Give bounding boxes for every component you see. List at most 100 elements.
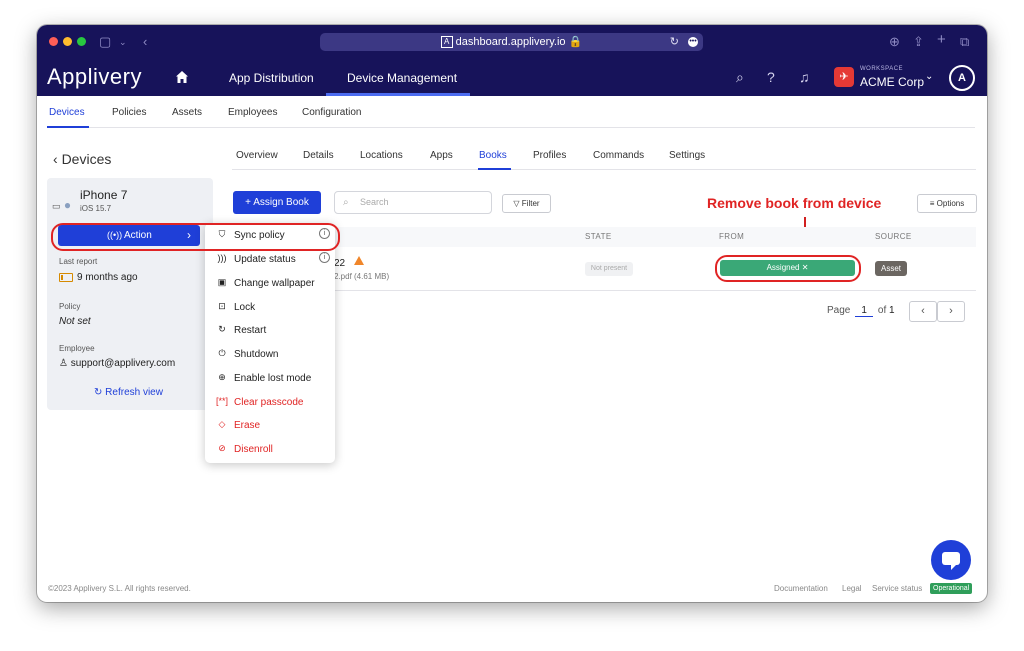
workspace-name[interactable]: ACME Corp: [860, 75, 924, 89]
page-number-input[interactable]: 1: [855, 305, 874, 317]
avatar[interactable]: A: [949, 65, 975, 91]
device-name: iPhone 7: [80, 188, 128, 202]
tab-active-indicator: [478, 168, 511, 170]
tab-overview-icon[interactable]: ⧉: [960, 34, 969, 50]
menu-item-label: Erase: [234, 420, 261, 431]
divider: [232, 169, 976, 170]
menu-item-restart[interactable]: ↻ Restart: [205, 320, 335, 342]
page-of-label: of: [877, 305, 887, 316]
refresh-icon: ↻: [94, 387, 103, 398]
assign-book-button[interactable]: + Assign Book: [233, 191, 321, 214]
annotation-text: Remove book from device: [707, 195, 882, 211]
pagination: Page 1 of 1: [827, 305, 895, 317]
last-report-value: 9 months ago: [59, 272, 138, 283]
footer-copyright: ©2023 Applivery S.L. All rights reserved…: [48, 584, 191, 593]
reload-icon[interactable]: ↻: [670, 33, 679, 51]
menu-item-enable-lost-mode[interactable]: ⊕ Enable lost mode: [205, 368, 335, 390]
battery-icon: [59, 272, 73, 282]
tab-profiles[interactable]: Profiles: [533, 150, 566, 161]
info-icon[interactable]: i: [319, 252, 330, 263]
options-button[interactable]: ≡ Options: [917, 194, 977, 213]
book-title: 22: [334, 258, 346, 269]
subnav-configuration[interactable]: Configuration: [302, 107, 361, 118]
book-file: 2.pdf (4.61 MB): [334, 272, 390, 281]
last-report-label: Last report: [59, 257, 98, 266]
image-icon: ▣: [217, 277, 227, 287]
prev-page-button[interactable]: ‹: [909, 301, 937, 322]
filter-label: Filter: [521, 199, 540, 208]
column-from: FROM: [719, 232, 745, 241]
eraser-icon: ◇: [218, 419, 226, 429]
warning-icon: [354, 256, 364, 265]
employee-value: ♙ support@applivery.com: [59, 358, 175, 369]
address-bar[interactable]: Adashboard.applivery.io 🔒 ↻ •••: [320, 33, 703, 51]
tab-commands[interactable]: Commands: [593, 150, 644, 161]
tab-overview[interactable]: Overview: [236, 150, 278, 161]
search-input[interactable]: ⌕ Search: [334, 191, 492, 214]
menu-item-erase[interactable]: ◇ Erase: [205, 415, 335, 437]
back-icon[interactable]: ‹: [143, 34, 147, 50]
share-icon[interactable]: ⇪: [913, 34, 924, 50]
app-logo[interactable]: Applivery: [47, 64, 142, 90]
chat-button[interactable]: [931, 540, 971, 580]
refresh-view-button[interactable]: ↻ Refresh view: [94, 387, 163, 398]
menu-item-disenroll[interactable]: ⊘ Disenroll: [205, 439, 335, 461]
lost-mode-icon: ⊕: [218, 372, 226, 382]
menu-item-clear-passcode[interactable]: [**] Clear passcode: [205, 392, 335, 414]
url-text: dashboard.applivery.io: [455, 36, 566, 48]
passcode-icon: [**]: [216, 396, 229, 406]
home-icon[interactable]: [175, 70, 189, 84]
menu-item-label: Lock: [234, 302, 256, 313]
more-icon[interactable]: •••: [688, 37, 698, 47]
menu-item-shutdown[interactable]: ⏻ Shutdown: [205, 344, 335, 366]
menu-item-lock[interactable]: ⊡ Lock: [205, 297, 335, 319]
bell-icon[interactable]: ♫: [799, 69, 810, 85]
next-page-button[interactable]: ›: [937, 301, 965, 322]
back-link[interactable]: ‹ Devices: [53, 151, 111, 167]
menu-item-label: Change wallpaper: [234, 278, 315, 289]
help-icon[interactable]: ?: [767, 69, 775, 85]
tab-books[interactable]: Books: [479, 150, 507, 161]
tab-locations[interactable]: Locations: [360, 150, 403, 161]
download-icon[interactable]: ⊕: [889, 34, 900, 50]
footer-documentation-link[interactable]: Documentation: [774, 584, 828, 593]
workspace-label: WORKSPACE: [860, 66, 904, 72]
page-total: 1: [889, 305, 895, 316]
footer-legal-link[interactable]: Legal: [842, 584, 862, 593]
zoom-window-button[interactable]: [77, 37, 86, 46]
close-window-button[interactable]: [49, 37, 58, 46]
status-badge: Operational: [930, 583, 973, 594]
menu-item-label: Clear passcode: [234, 397, 304, 408]
employee-label: Employee: [59, 344, 95, 353]
subnav-devices[interactable]: Devices: [49, 107, 85, 118]
subnav-policies[interactable]: Policies: [112, 107, 146, 118]
page-title: Devices: [61, 151, 112, 167]
last-report-text: 9 months ago: [77, 272, 138, 283]
menu-item-update-status[interactable]: ))) Update status i: [205, 249, 335, 271]
search-icon[interactable]: ⌕: [736, 69, 744, 86]
status-badge: Not present: [585, 262, 633, 276]
tab-apps[interactable]: Apps: [430, 150, 453, 161]
filter-button[interactable]: ▽ Filter: [502, 194, 551, 213]
highlight-assigned: [715, 255, 861, 282]
minimize-window-button[interactable]: [63, 37, 72, 46]
chevron-down-icon[interactable]: ⌄: [119, 34, 127, 50]
new-tab-icon[interactable]: +: [937, 32, 946, 48]
subnav-assets[interactable]: Assets: [172, 107, 202, 118]
chevron-down-icon[interactable]: ⌄: [925, 71, 933, 82]
tab-settings[interactable]: Settings: [669, 150, 705, 161]
menu-item-label: Disenroll: [234, 444, 273, 455]
menu-item-label: Enable lost mode: [234, 373, 312, 384]
tab-details[interactable]: Details: [303, 150, 334, 161]
chevron-left-icon: ‹: [53, 151, 58, 167]
menu-item-change-wallpaper[interactable]: ▣ Change wallpaper: [205, 273, 335, 295]
nav-device-management[interactable]: Device Management: [347, 71, 457, 85]
footer-service-status-link[interactable]: Service status: [872, 584, 922, 593]
sidebar-toggle-icon[interactable]: ▢: [99, 34, 111, 50]
sliders-icon: ≡: [929, 199, 935, 208]
options-label: Options: [936, 199, 965, 208]
subnav-employees[interactable]: Employees: [228, 107, 277, 118]
nav-app-distribution[interactable]: App Distribution: [229, 71, 314, 85]
app-header: Applivery App Distribution Device Manage…: [37, 59, 987, 96]
menu-item-label: Update status: [234, 254, 296, 265]
